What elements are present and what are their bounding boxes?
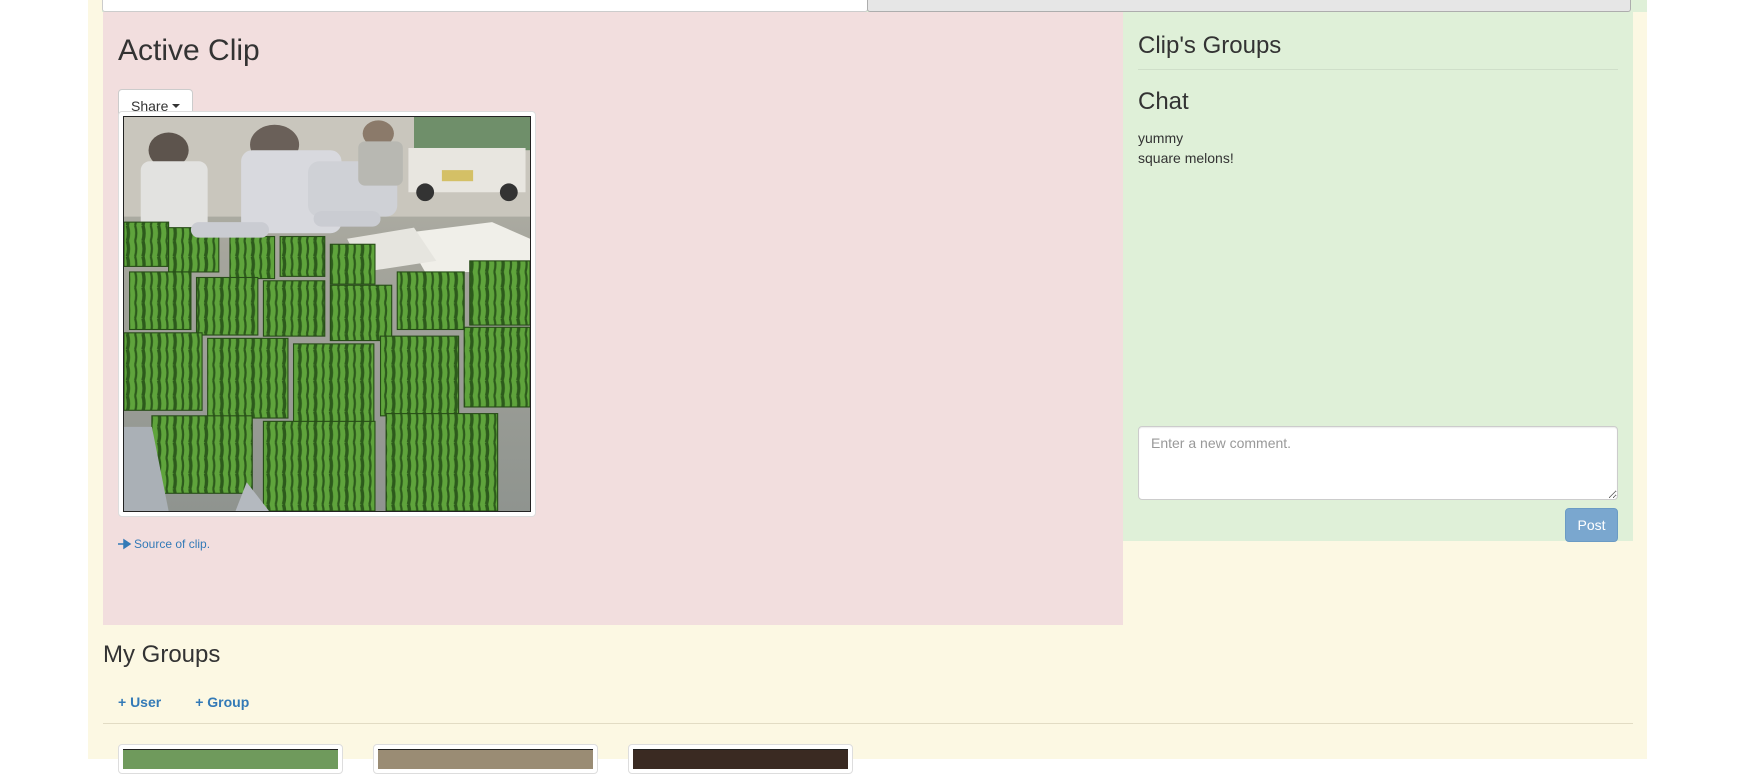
clip-image[interactable] xyxy=(123,116,531,512)
add-group-link[interactable]: + Group xyxy=(195,694,249,710)
group-card-image xyxy=(633,749,848,769)
top-tab-clips[interactable] xyxy=(867,0,1631,12)
clip-image-frame xyxy=(118,111,536,517)
caret-down-icon xyxy=(172,104,181,108)
clip-groups-divider xyxy=(1138,69,1618,70)
top-tab-my-groups[interactable] xyxy=(102,0,868,12)
my-groups-actions: + User + Group xyxy=(118,694,249,710)
chat-message: square melons! xyxy=(1138,150,1234,166)
new-comment-input[interactable] xyxy=(1138,426,1618,500)
group-card-image xyxy=(123,749,338,769)
clip-groups-title: Clip's Groups xyxy=(1138,32,1282,59)
post-button[interactable]: Post xyxy=(1565,508,1618,542)
source-of-clip-label: Source of clip. xyxy=(134,537,211,551)
pushpin-icon xyxy=(118,538,132,550)
group-card[interactable] xyxy=(373,744,598,774)
group-card[interactable] xyxy=(628,744,853,774)
clip-groups-panel: Clip's Groups Chat yummy square melons! … xyxy=(1123,12,1633,542)
my-groups-title: My Groups xyxy=(103,641,221,668)
source-of-clip-link[interactable]: Source of clip. xyxy=(118,537,210,551)
chat-message-list: yummy square melons! xyxy=(1138,128,1234,168)
group-card-image xyxy=(378,749,593,769)
chat-title: Chat xyxy=(1138,88,1189,115)
page-container: Active Clip Share Source of clip. Clip's… xyxy=(88,0,1647,774)
add-user-link[interactable]: + User xyxy=(118,694,161,710)
active-clip-title: Active Clip xyxy=(118,34,260,67)
active-clip-panel: Active Clip Share Source of clip. xyxy=(103,12,1123,625)
chat-message: yummy xyxy=(1138,130,1184,146)
my-groups-divider xyxy=(103,723,1633,724)
square-watermelons-image xyxy=(124,117,530,511)
group-card[interactable] xyxy=(118,744,343,774)
